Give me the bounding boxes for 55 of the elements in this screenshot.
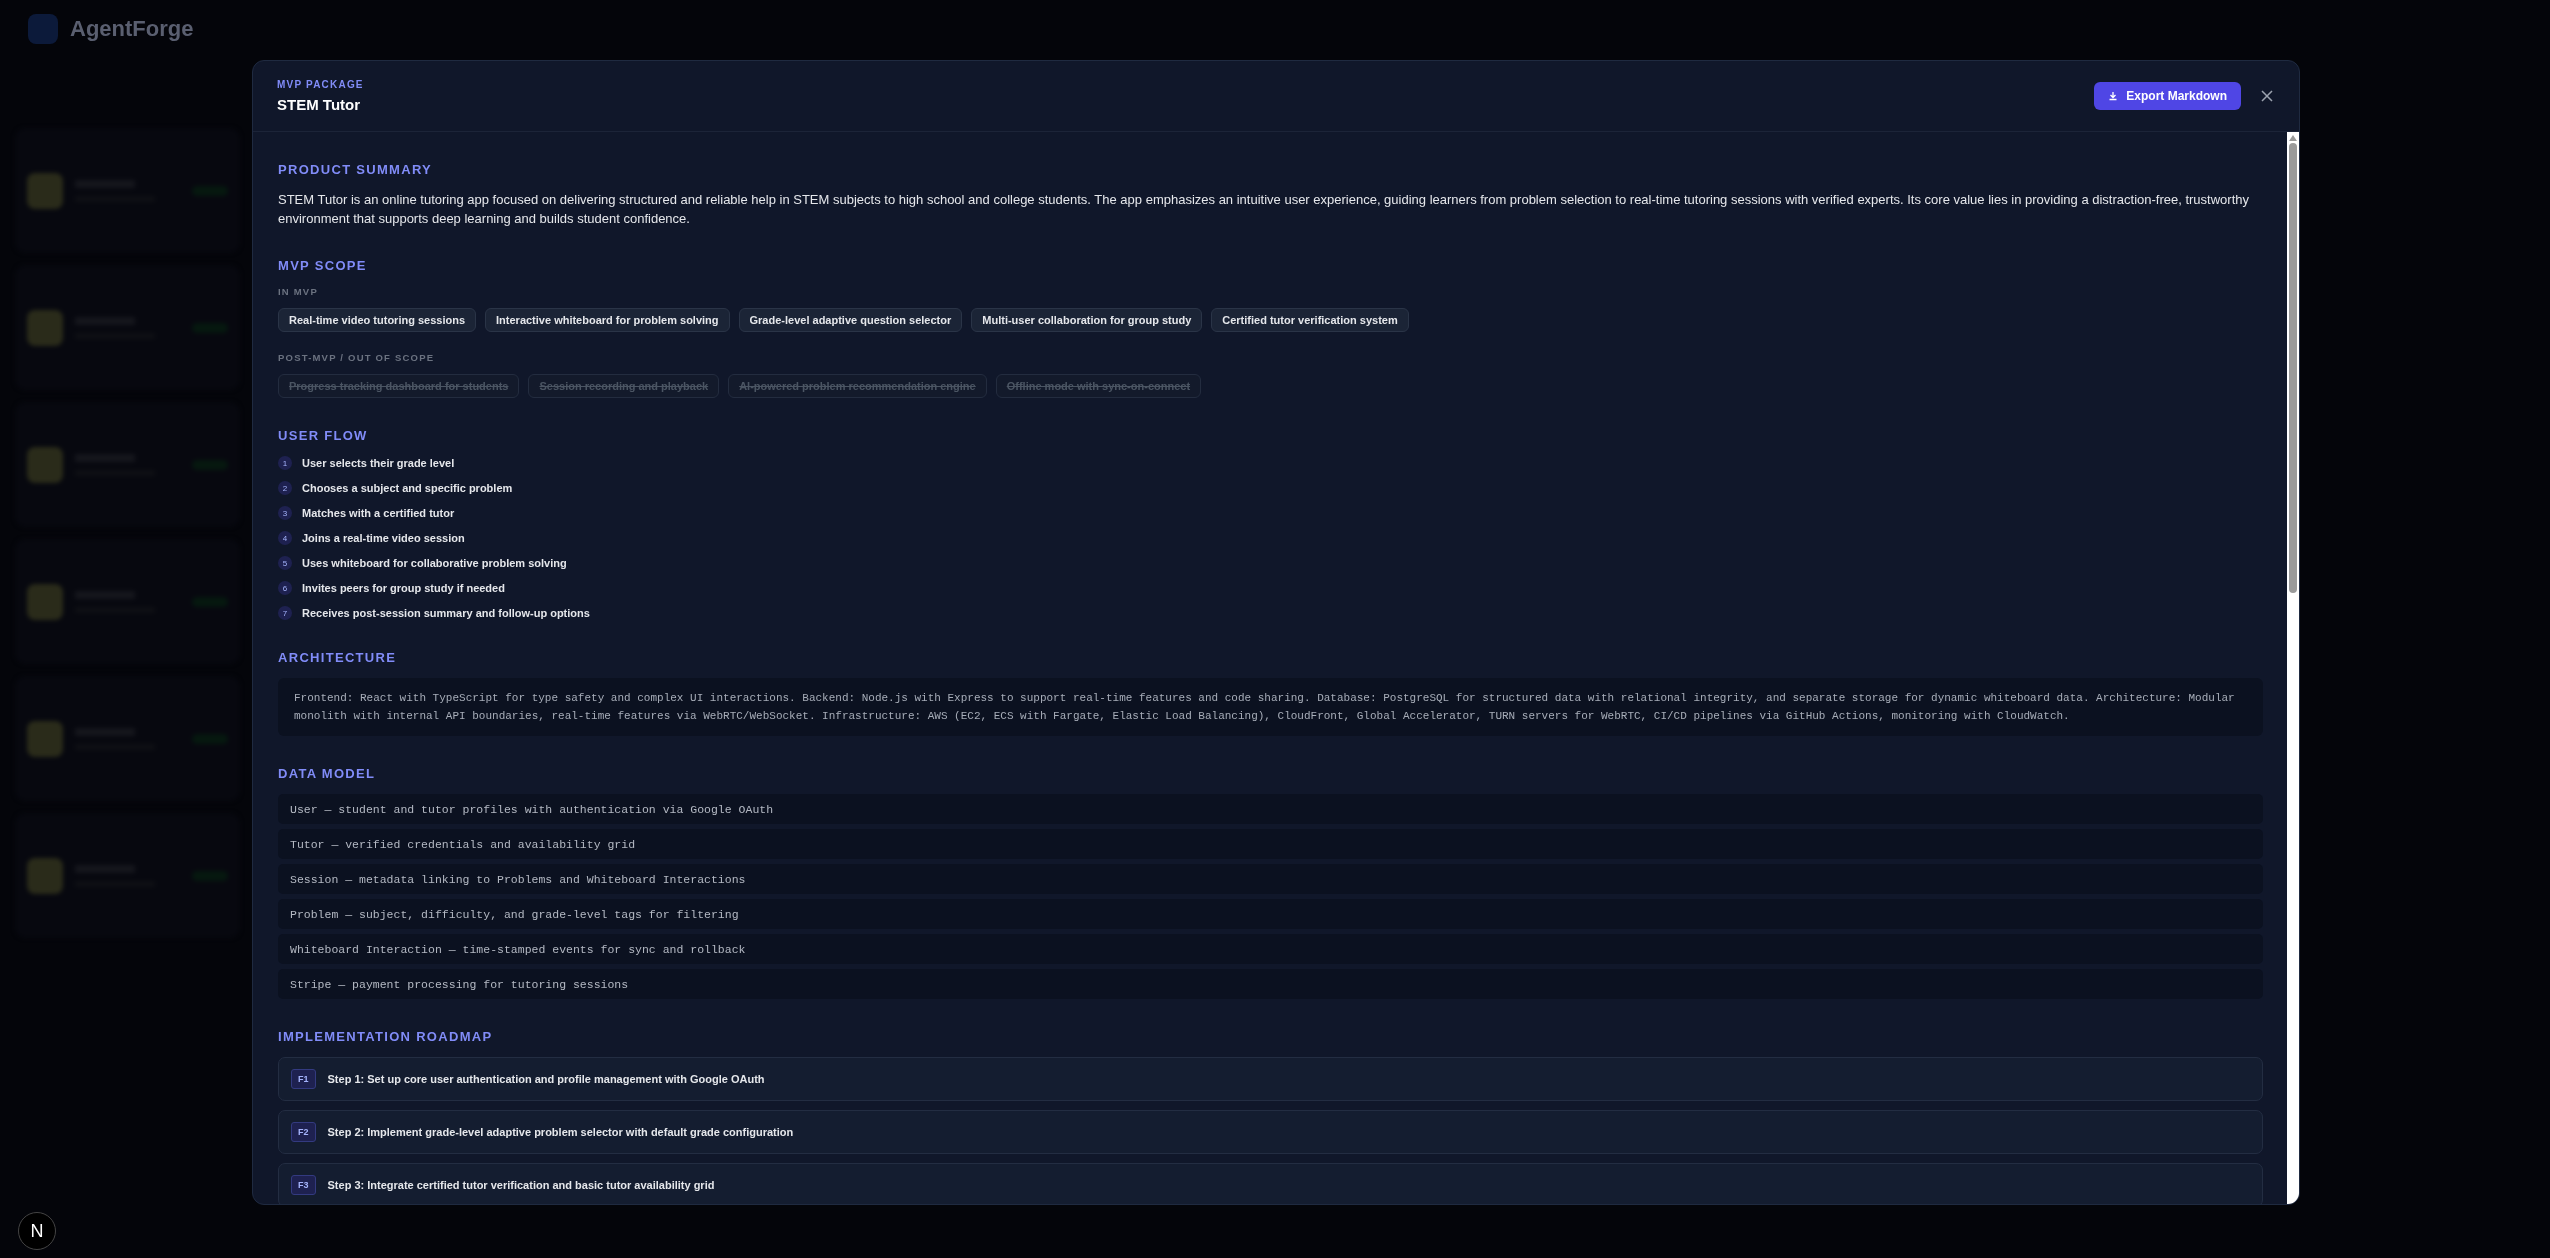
dev-badge[interactable]: N (18, 1212, 56, 1250)
section-heading: IMPLEMENTATION ROADMAP (278, 1029, 494, 1044)
section-heading: MVP SCOPE (278, 258, 368, 273)
roadmap-step-text: Step 2: Implement grade-level adaptive problem selector with default grade configuration (327, 1126, 794, 1138)
logo-icon (28, 14, 58, 44)
flow-step-text: Joins a real-time video session (302, 532, 465, 544)
deferred-feature-tag: Session recording and playback (528, 374, 720, 398)
roadmap-step-text: Step 3: Integrate certified tutor verification and basic tutor availability grid (327, 1179, 715, 1191)
data-model-row: Stripe — payment processing for tutoring sessions (278, 969, 2263, 999)
step-number: 3 (278, 506, 292, 520)
architecture-text: Frontend: React with TypeScript for type safety and complex UI interactions. Backend: Node.js with Express to support real-time features and code sharing. Database: PostgreSQL for structured data with relational integrity, and separate storage for dynamic whiteboard data. Architecture: Modular monolith with internal API boundaries, real-time features via WebRTC/WebSocket. Infrastructure: AWS (EC2, ECS with Fargate, Elastic Load Balancing), CloudFront, Global Accelerator, TURN servers for WebRTC, CI/CD pipelines via GitHub Actions, monitoring with CloudWatch. (278, 678, 2263, 736)
flow-step-text: Receives post-session summary and follow-up options (302, 607, 590, 619)
scrollbar[interactable] (2287, 132, 2299, 1204)
section-heading: ARCHITECTURE (278, 650, 398, 665)
flow-step-text: Uses whiteboard for collaborative problem solving (302, 557, 567, 569)
flow-step-text: User selects their grade level (302, 457, 455, 469)
data-model-row: Problem — subject, difficulty, and grade-level tags for filtering (278, 899, 2263, 929)
scroll-up-arrow-icon[interactable] (2289, 135, 2297, 141)
step-number: 5 (278, 556, 292, 570)
close-icon[interactable] (2259, 88, 2275, 104)
feature-tag: Certified tutor verification system (1211, 308, 1409, 332)
data-model-row: Whiteboard Interaction — time-stamped events for sync and rollback (278, 934, 2263, 964)
modal-eyebrow: MVP PACKAGE (277, 79, 365, 90)
step-badge: F1 (291, 1069, 316, 1089)
section-heading: USER FLOW (278, 428, 369, 443)
summary-paragraph: STEM Tutor is an online tutoring app focused on delivering structured and reliable help in STEM subjects to high school and college students. The app emphasizes an intuitive user experience, guiding learners from problem selection to real-time tutoring sessions with verified experts. Its core value lies in providing a distraction-free, trustworthy environment that supports deep learning and builds student confidence. (278, 191, 2250, 228)
flow-step-text: Matches with a certified tutor (302, 507, 455, 519)
feature-tag: Real-time video tutoring sessions (278, 308, 477, 332)
data-model-row: Session — metadata linking to Problems and Whiteboard Interactions (278, 864, 2263, 894)
deferred-feature-tag: Offline mode with sync-on-connect (995, 374, 1202, 398)
flow-step-text: Chooses a subject and specific problem (302, 482, 513, 494)
app-logo: AgentForge (70, 16, 194, 42)
deferred-feature-tag: Progress tracking dashboard for students (278, 374, 520, 398)
step-number: 2 (278, 481, 292, 495)
download-icon (2108, 91, 2119, 101)
step-badge: F3 (291, 1175, 316, 1195)
modal-title: STEM Tutor (277, 96, 362, 113)
scope-group-label: POST-MVP / OUT OF SCOPE (278, 352, 436, 363)
roadmap-step-text: Step 1: Set up core user authentication and profile management with Google OAuth (327, 1073, 765, 1085)
step-number: 4 (278, 531, 292, 545)
data-model-row: Tutor — verified credentials and availability grid (278, 829, 2263, 859)
feature-tag: Interactive whiteboard for problem solving (485, 308, 730, 332)
scope-group-label: IN MVP (278, 286, 319, 297)
flow-step-text: Invites peers for group study if needed (302, 582, 505, 594)
deferred-feature-tag: AI-powered problem recommendation engine (728, 374, 987, 398)
step-badge: F2 (291, 1122, 316, 1142)
section-heading: PRODUCT SUMMARY (278, 162, 434, 177)
section-heading: DATA MODEL (278, 766, 377, 781)
export-markdown-button[interactable]: Export Markdown (2094, 82, 2241, 110)
data-model-row: User — student and tutor profiles with authentication via Google OAuth (278, 794, 2263, 824)
step-number: 7 (278, 606, 292, 620)
step-number: 1 (278, 456, 292, 470)
feature-tag: Multi-user collaboration for group study (971, 308, 1203, 332)
feature-tag: Grade-level adaptive question selector (738, 308, 963, 332)
step-number: 6 (278, 581, 292, 595)
